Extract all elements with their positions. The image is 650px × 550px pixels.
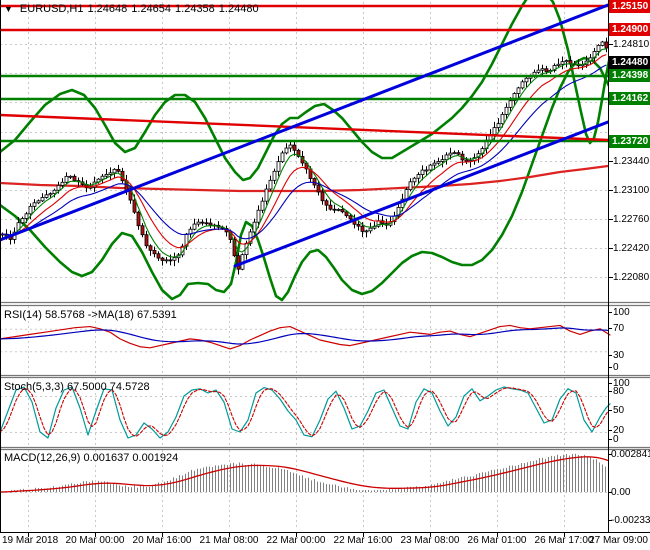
- time-axis-label: 23 Mar 08:00: [400, 535, 460, 546]
- macd-scale-label: 0.00: [611, 487, 631, 498]
- trading-chart-window: ▼ EURUSD,H1 1.24648 1.24654 1.24358 1.24480 R…: [0, 0, 650, 550]
- time-axis-label: 27 Mar 09:00: [589, 535, 648, 546]
- rsi-scale-label: 70: [613, 323, 625, 334]
- rsi-panel-title: RSI(14) 58.5768 ->MA(18) 67.5391: [4, 309, 177, 321]
- stoch-panel-title: Stoch(5,3,3) 67.5000 74.5728: [4, 381, 150, 393]
- high-value: 1.24654: [131, 3, 172, 15]
- price-tick-label: 1.22760: [613, 214, 650, 225]
- time-axis-label: 19 Mar 2018: [2, 535, 59, 546]
- price-level-badge: 1.24162: [609, 92, 650, 105]
- price-level-badge: 1.24398: [609, 69, 650, 82]
- price-tick-label: 1.22420: [613, 243, 650, 254]
- price-tick-label: 1.23100: [613, 185, 650, 196]
- low-value: 1.24358: [175, 3, 215, 15]
- time-axis-label: 22 Mar 00:00: [266, 535, 326, 546]
- price-level-badge: 1.24900: [609, 23, 650, 36]
- price-level-badge: 1.25150: [609, 0, 650, 13]
- chart-canvas[interactable]: [0, 0, 650, 550]
- price-tick-label: 1.23440: [613, 156, 650, 167]
- stoch-scale-label: 80: [613, 386, 625, 397]
- time-axis-label: 20 Mar 00:00: [65, 535, 125, 546]
- macd-panel-title: MACD(12,26,9) 0.001637 0.001924: [4, 452, 179, 464]
- macd-scale-label: -0.002338: [611, 515, 650, 526]
- stoch-scale-label: 0: [613, 434, 619, 445]
- stoch-scale-label: 50: [613, 405, 625, 416]
- close-value: 1.24480: [218, 3, 259, 15]
- price-level-badge: 1.23720: [609, 135, 650, 148]
- macd-scale-label: 0.002841: [611, 449, 650, 460]
- price-level-badge: 1.24480: [609, 56, 650, 69]
- time-axis-label: 21 Mar 08:00: [199, 535, 259, 546]
- price-tick-label: 1.24810: [613, 39, 650, 50]
- rsi-scale-label: 0: [613, 362, 619, 373]
- rsi-scale-label: 100: [613, 307, 630, 318]
- chart-title-bar: ▼ EURUSD,H1 1.24648 1.24654 1.24358 1.24480: [4, 3, 263, 15]
- time-axis-label: 20 Mar 16:00: [132, 535, 192, 546]
- time-axis-label: 26 Mar 01:00: [467, 535, 527, 546]
- price-tick-label: 1.22080: [613, 272, 650, 283]
- time-axis-label: 26 Mar 17:00: [534, 535, 594, 546]
- time-axis-label: 22 Mar 16:00: [333, 535, 393, 546]
- symbol-period-label: EURUSD,H1: [19, 3, 84, 15]
- open-value: 1.24648: [87, 3, 128, 15]
- symbol-dropdown-icon[interactable]: ▼: [4, 4, 13, 14]
